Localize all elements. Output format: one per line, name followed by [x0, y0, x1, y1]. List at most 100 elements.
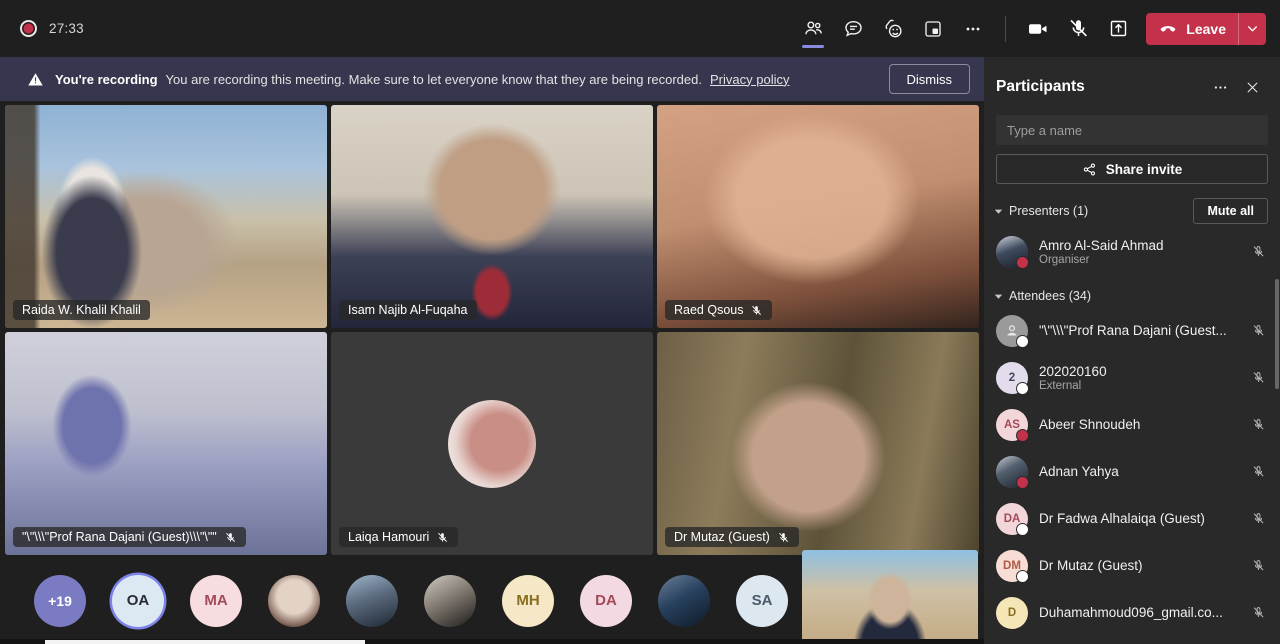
chat-icon — [845, 20, 862, 37]
microphone-muted-icon — [438, 532, 448, 542]
participant-row[interactable]: Amro Al-Said Ahmad Organiser — [984, 228, 1280, 275]
participant-role: External — [1039, 379, 1082, 392]
video-tile[interactable]: Raed Qsous — [657, 105, 979, 328]
participant-name: Dr Mutaz (Guest) — [674, 530, 770, 544]
record-dot-icon — [20, 20, 37, 37]
avatar — [996, 235, 1029, 269]
presence-badge — [1016, 381, 1029, 395]
participant-row[interactable]: Adnan Yahya — [984, 448, 1280, 495]
leave-button-main[interactable]: Leave — [1146, 13, 1238, 45]
participant-row[interactable]: DA Dr Fadwa Alhalaiqa (Guest) — [984, 495, 1280, 542]
participant-name-chip: Dr Mutaz (Guest) — [665, 527, 799, 547]
participant-row[interactable]: D Duhamahmoud096_gmail.co... — [984, 589, 1280, 636]
participant-row[interactable]: "\"\\\"Prof Rana Dajani (Guest... — [984, 307, 1280, 354]
share-invite-button[interactable]: Share invite — [996, 154, 1268, 184]
participant-name: "\"\\\"Prof Rana Dajani (Guest... — [1039, 323, 1227, 338]
chat-button[interactable] — [833, 9, 873, 49]
avatar-initials: D — [1007, 606, 1017, 619]
filmstrip-avatar[interactable]: DA — [580, 574, 632, 627]
filmstrip-avatar[interactable] — [346, 574, 398, 627]
filmstrip-avatar[interactable]: MH — [502, 574, 554, 627]
presenters-list: Amro Al-Said Ahmad Organiser — [984, 228, 1280, 275]
microphone-muted-icon — [1070, 19, 1087, 37]
share-invite-label: Share invite — [1105, 161, 1183, 177]
dismiss-button[interactable]: Dismiss — [888, 64, 970, 94]
leave-dropdown-button[interactable] — [1238, 12, 1266, 45]
video-tile[interactable]: Laiqa Hamouri — [331, 332, 653, 555]
video-stage: You're recording You are recording this … — [0, 57, 984, 644]
microphone-muted-icon[interactable] — [1251, 511, 1266, 526]
participant-name-chip: Raed Qsous — [665, 300, 773, 320]
participant-name-chip: Raida W. Khalil Khalil — [13, 300, 150, 320]
microphone-muted-icon[interactable] — [1251, 323, 1266, 338]
video-tile[interactable]: Dr Mutaz (Guest) — [657, 332, 979, 555]
camera-icon — [1029, 23, 1047, 34]
video-feed — [331, 105, 653, 328]
panel-title: Participants — [996, 78, 1085, 95]
more-options-button[interactable] — [953, 9, 993, 49]
filmstrip-overflow[interactable]: +19 — [34, 574, 86, 627]
share-screen-button[interactable] — [1098, 9, 1138, 49]
filmstrip-avatar[interactable] — [268, 574, 320, 627]
participant-row[interactable]: AS Abeer Shnoudeh — [984, 401, 1280, 448]
panel-scrollbar[interactable] — [1275, 279, 1279, 389]
avatar-initials: DA — [1003, 512, 1021, 525]
attendees-label: Attendees (34) — [1009, 289, 1091, 303]
more-options-icon — [966, 27, 980, 30]
microphone-muted-icon[interactable] — [1251, 464, 1266, 479]
filmstrip-scrollbar[interactable] — [0, 639, 984, 644]
attendees-list: "\"\\\"Prof Rana Dajani (Guest... 2 2020… — [984, 307, 1280, 636]
filmstrip-avatar[interactable] — [424, 574, 476, 627]
filmstrip-avatar[interactable]: MA — [190, 574, 242, 627]
attendees-group-header[interactable]: Attendees (34) — [984, 275, 1280, 307]
avatar — [448, 399, 536, 488]
filmstrip-avatar[interactable]: SA — [736, 574, 788, 627]
participant-name: Amro Al-Said Ahmad — [1039, 237, 1164, 253]
microphone-muted-icon[interactable] — [1251, 558, 1266, 573]
search-input[interactable] — [996, 115, 1268, 145]
mute-all-button[interactable]: Mute all — [1193, 198, 1268, 224]
participant-filmstrip: +19 OA MA MH DA SA — [0, 550, 984, 644]
video-grid: Raida W. Khalil Khalil Isam Najib Al-Fuq… — [0, 101, 984, 557]
self-video-tile[interactable] — [802, 550, 978, 642]
participant-row[interactable]: 2 202020160 External — [984, 354, 1280, 401]
privacy-policy-link[interactable]: Privacy policy — [710, 72, 789, 87]
microphone-button[interactable] — [1058, 9, 1098, 49]
leave-button[interactable]: Leave — [1146, 12, 1266, 45]
presenters-group-header[interactable]: Presenters (1) Mute all — [984, 184, 1280, 228]
people-icon — [805, 21, 822, 35]
participant-name-chip: "\"\\\"Prof Rana Dajani (Guest)\\\"\"" — [13, 527, 246, 547]
close-icon — [1247, 82, 1257, 92]
participant-row[interactable]: DM Dr Mutaz (Guest) — [984, 542, 1280, 589]
avatar-initials: 2 — [1008, 371, 1016, 384]
microphone-muted-icon[interactable] — [1251, 417, 1266, 432]
people-button[interactable] — [793, 9, 833, 49]
panel-close-button[interactable] — [1238, 73, 1266, 101]
filmstrip-avatar[interactable] — [658, 574, 710, 627]
camera-button[interactable] — [1018, 9, 1058, 49]
panel-more-button[interactable] — [1206, 73, 1234, 101]
microphone-muted-icon[interactable] — [1251, 605, 1266, 620]
avatar — [996, 455, 1029, 489]
participant-name: Laiqa Hamouri — [348, 530, 430, 544]
breakout-rooms-icon — [925, 20, 941, 37]
recording-timer: 27:33 — [49, 21, 84, 36]
participant-name: Raida W. Khalil Khalil — [22, 303, 141, 317]
video-tile[interactable]: Raida W. Khalil Khalil — [5, 105, 327, 328]
participant-name: Dr Mutaz (Guest) — [1039, 558, 1143, 573]
participant-name: Adnan Yahya — [1039, 464, 1119, 479]
participant-name: 202020160 — [1039, 363, 1107, 379]
reactions-button[interactable] — [873, 9, 913, 49]
filmstrip-avatar[interactable]: OA — [112, 574, 164, 627]
presence-badge — [1016, 475, 1029, 489]
microphone-muted-icon[interactable] — [1251, 244, 1266, 259]
scrollbar-thumb[interactable] — [45, 640, 365, 644]
video-tile[interactable]: "\"\\\"Prof Rana Dajani (Guest)\\\"\"" — [5, 332, 327, 555]
avatar-initials: DM — [1003, 559, 1021, 572]
hangup-icon — [1161, 25, 1176, 32]
breakout-rooms-button[interactable] — [913, 9, 953, 49]
meeting-body: You're recording You are recording this … — [0, 57, 1280, 644]
video-tile[interactable]: Isam Najib Al-Fuqaha — [331, 105, 653, 328]
presence-badge — [1016, 569, 1029, 583]
microphone-muted-icon[interactable] — [1251, 370, 1266, 385]
